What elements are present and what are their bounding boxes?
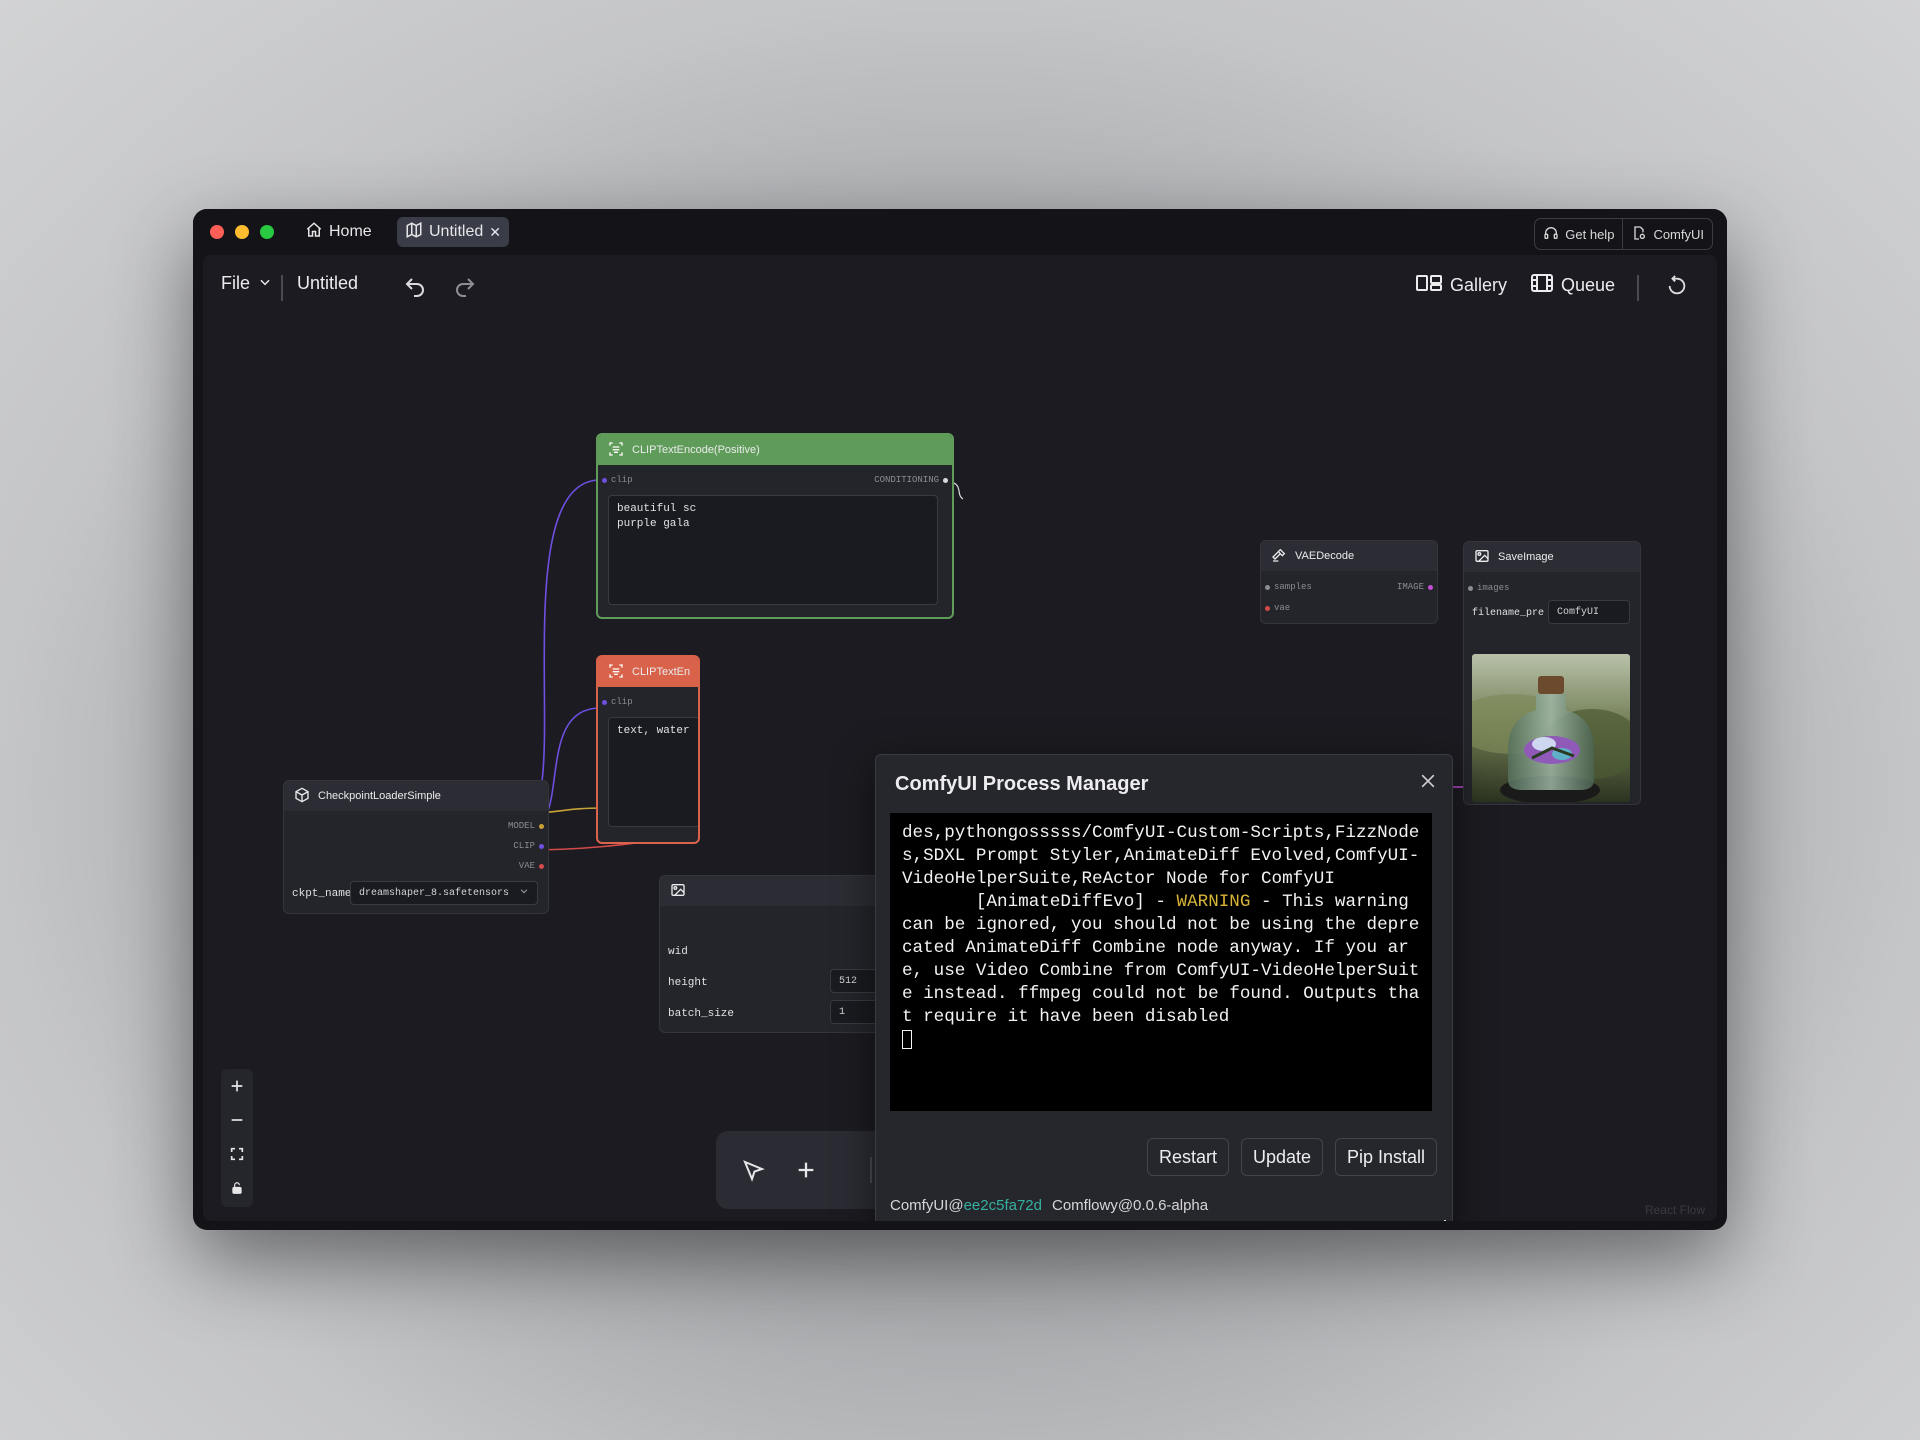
chevron-down-icon: [519, 886, 529, 900]
zoom-out-button[interactable]: [221, 1103, 253, 1137]
node-title: CheckpointLoaderSimple: [318, 790, 441, 802]
restart-button[interactable]: Restart: [1147, 1138, 1229, 1176]
tab-home[interactable]: Home: [297, 217, 380, 247]
fit-view-button[interactable]: [221, 1137, 253, 1171]
flow-canvas[interactable]: File Untitled Gallery Queue CLIPTextEnco…: [203, 255, 1717, 1221]
image-icon: [670, 882, 686, 901]
ckpt-name-select[interactable]: dreamshaper_8.safetensors: [350, 881, 538, 905]
dock-divider: [870, 1157, 872, 1183]
tab-home-label: Home: [329, 223, 372, 240]
plus-icon: [798, 1162, 814, 1178]
app-window: Home Untitled ✕ Get help ComfyUI File Un…: [193, 209, 1727, 1230]
prompt-textarea[interactable]: beautiful sc purple gala: [608, 495, 938, 605]
file-settings-icon: [1631, 225, 1647, 244]
react-flow-attribution[interactable]: React Flow: [1645, 1203, 1705, 1217]
output-clip[interactable]: CLIP: [513, 841, 544, 851]
node-vae-decode[interactable]: VAEDecode samples vae IMAGE: [1260, 540, 1438, 624]
input-images[interactable]: images: [1468, 583, 1509, 593]
comflowy-version: Comflowy@0.0.6-alpha: [1051, 1197, 1209, 1214]
input-vae[interactable]: vae: [1265, 603, 1290, 613]
tab-close-icon[interactable]: ✕: [489, 224, 501, 241]
process-manager-dialog: ComfyUI Process Manager des,pythongossss…: [875, 754, 1453, 1221]
hammer-icon: [1271, 547, 1287, 566]
terminal-output[interactable]: des,pythongosssss/ComfyUI-Custom-Scripts…: [890, 813, 1432, 1111]
commit-hash[interactable]: ee2c5fa72d: [964, 1197, 1042, 1214]
minimize-window-button[interactable]: [235, 225, 249, 239]
output-vae[interactable]: VAE: [519, 861, 544, 871]
map-icon: [405, 221, 423, 244]
image-icon: [1474, 548, 1490, 567]
comfyui-button[interactable]: ComfyUI: [1623, 219, 1712, 249]
node-title: CLIPTextEn: [632, 666, 691, 678]
get-help-label: Get help: [1565, 226, 1615, 242]
prompt-textarea[interactable]: text, water: [608, 717, 698, 827]
update-button[interactable]: Update: [1241, 1138, 1323, 1176]
edge-clip-positive: [525, 479, 601, 813]
headphones-icon: [1543, 225, 1559, 244]
bottle-image: [1472, 654, 1630, 802]
node-header[interactable]: CLIPTextEn: [598, 657, 698, 687]
add-node-button[interactable]: [789, 1153, 823, 1187]
node-title: VAEDecode: [1295, 550, 1355, 562]
comfyui-version: ComfyUI@ee2c5fa72d: [890, 1197, 1042, 1214]
header-actions: Get help ComfyUI: [1534, 218, 1713, 250]
lock-icon: [232, 1182, 242, 1194]
minus-icon: [231, 1119, 243, 1121]
fullscreen-icon: [230, 1147, 244, 1161]
text-encode-icon: [608, 441, 624, 460]
width-label: wid: [668, 946, 688, 958]
input-clip[interactable]: clip: [602, 697, 633, 707]
select-tool-button[interactable]: [736, 1153, 770, 1187]
tab-untitled[interactable]: Untitled ✕: [397, 217, 509, 247]
close-window-button[interactable]: [210, 225, 224, 239]
node-header[interactable]: VAEDecode: [1261, 541, 1437, 571]
resize-handle[interactable]: [1432, 1220, 1446, 1221]
output-image-preview[interactable]: [1472, 654, 1630, 802]
batch-size-label: batch_size: [668, 1008, 735, 1020]
node-clip-positive[interactable]: CLIPTextEncode(Positive) clip CONDITIONI…: [596, 433, 954, 619]
close-icon[interactable]: [1418, 771, 1438, 796]
node-clip-negative[interactable]: CLIPTextEn clip text, water: [596, 655, 700, 844]
title-bar: Home Untitled ✕ Get help ComfyUI: [193, 209, 1727, 253]
maximize-window-button[interactable]: [260, 225, 274, 239]
pointer-icon: [743, 1160, 765, 1182]
output-conditioning[interactable]: CONDITIONING: [874, 475, 948, 485]
zoom-controls: [221, 1069, 253, 1207]
node-title: SaveImage: [1498, 551, 1554, 563]
get-help-button[interactable]: Get help: [1535, 219, 1622, 249]
home-icon: [305, 221, 323, 244]
node-save-image[interactable]: SaveImage images filename_pre ComfyUI: [1463, 541, 1641, 805]
node-checkpoint-loader[interactable]: CheckpointLoaderSimple MODEL CLIP VAE ck…: [283, 780, 549, 914]
node-header[interactable]: CLIPTextEncode(Positive): [598, 435, 952, 465]
node-header[interactable]: CheckpointLoaderSimple: [284, 781, 548, 811]
ckpt-name-label: ckpt_name: [292, 888, 352, 900]
output-image[interactable]: IMAGE: [1397, 582, 1433, 592]
lock-button[interactable]: [221, 1171, 253, 1205]
terminal-text: - This warning can be ignored, you shoul…: [902, 892, 1420, 1027]
filename-prefix-label: filename_pre: [1472, 608, 1545, 619]
output-model[interactable]: MODEL: [508, 821, 544, 831]
node-header[interactable]: SaveImage: [1464, 542, 1640, 572]
comfyui-label: ComfyUI: [1653, 226, 1704, 242]
cube-icon: [294, 787, 310, 806]
height-label: height: [668, 977, 708, 989]
dialog-title: ComfyUI Process Manager: [895, 773, 1149, 795]
node-title: CLIPTextEncode(Positive): [632, 444, 760, 456]
version-footer: ComfyUI@ee2c5fa72d Comflowy@0.0.6-alpha: [890, 1197, 1208, 1214]
input-clip[interactable]: clip: [602, 475, 633, 485]
pip-install-button[interactable]: Pip Install: [1335, 1138, 1437, 1176]
zoom-in-button[interactable]: [221, 1069, 253, 1103]
input-samples[interactable]: samples: [1265, 582, 1312, 592]
terminal-warning: WARNING: [1176, 892, 1251, 912]
tab-untitled-label: Untitled: [429, 223, 484, 240]
terminal-cursor: [902, 1029, 912, 1049]
filename-prefix-input[interactable]: ComfyUI: [1548, 600, 1630, 624]
text-encode-icon: [608, 663, 624, 682]
plus-icon: [231, 1080, 243, 1092]
